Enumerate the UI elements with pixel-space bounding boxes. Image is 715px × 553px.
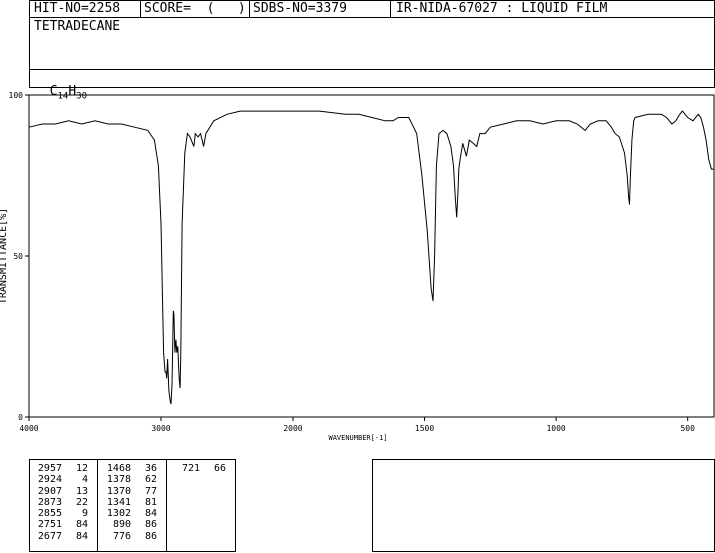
peak-transmittance: 62 (144, 474, 157, 486)
peak-row: 721 66 (170, 463, 226, 474)
peak-wavenumber: 2924 (37, 474, 62, 486)
peak-transmittance: 66 (213, 463, 226, 474)
x-axis-label: WAVENUMBER[-1] (328, 434, 387, 442)
peak-wavenumber: 776 (112, 530, 131, 542)
info-box (372, 459, 715, 552)
peak-transmittance: 22 (75, 496, 88, 508)
plot-frame (28, 94, 715, 418)
peak-transmittance: 86 (144, 530, 157, 542)
peak-wavenumber: 890 (112, 519, 131, 531)
peak-row: 2751 84 (32, 519, 88, 530)
peak-wavenumber: 2907 (37, 485, 62, 497)
peak-wavenumber: 2751 (37, 519, 62, 531)
peak-transmittance: 86 (144, 519, 157, 531)
peak-transmittance: 77 (144, 485, 157, 497)
ir-spectrum-chart: 0 50 100 4000 3000 2000 1500 1000 500 TRANSMITT… (0, 91, 715, 442)
y-tick-label: 0 (18, 413, 23, 422)
peak-row: 2957 12 (32, 463, 88, 474)
peak-wavenumber: 2873 (37, 496, 62, 508)
peak-wavenumber: 1468 (106, 463, 131, 474)
x-tick-label: 4000 (19, 424, 38, 433)
y-tick-label: 100 (9, 91, 24, 100)
y-tick-label: 50 (13, 252, 23, 261)
peak-row: 2855 9 (32, 508, 88, 519)
peak-column: 2957 12 2924 4 2907 13 2873 22 2855 9 2751 84 2677 84 (32, 463, 88, 542)
peak-transmittance: 13 (75, 485, 88, 497)
spectrum-series (28, 110, 714, 405)
peak-transmittance: 4 (81, 474, 88, 486)
y-axis: 0 50 100 (9, 91, 29, 422)
peak-column: 1468 36 1378 62 1370 77 1341 81 1302 84 890 86 776 86 (101, 463, 157, 542)
peak-table-divider (97, 459, 98, 552)
peak-row: 1370 77 (101, 486, 157, 497)
peak-row: 890 86 (101, 519, 157, 530)
peak-wavenumber: 721 (181, 463, 200, 474)
x-tick-label: 1000 (546, 424, 565, 433)
peak-row: 2677 84 (32, 531, 88, 542)
peak-row: 2924 4 (32, 474, 88, 485)
peak-table-divider (166, 459, 167, 552)
x-tick-label: 2000 (283, 424, 302, 433)
x-tick-label: 3000 (151, 424, 170, 433)
peak-row: 1302 84 (101, 508, 157, 519)
x-axis: 4000 3000 2000 1500 1000 500 (19, 417, 695, 433)
peak-wavenumber: 2957 (37, 463, 62, 474)
y-axis-label: TRANSMITTANCE[%] (0, 208, 9, 304)
peak-row: 776 86 (101, 531, 157, 542)
peak-row: 1378 62 (101, 474, 157, 485)
peak-row: 2907 13 (32, 486, 88, 497)
peak-wavenumber: 1370 (106, 485, 131, 497)
peak-transmittance: 36 (144, 463, 157, 474)
peak-wavenumber: 1378 (106, 474, 131, 486)
peak-transmittance: 9 (81, 508, 88, 520)
spectrum-line (28, 110, 714, 405)
peak-wavenumber: 1302 (106, 508, 131, 520)
peak-transmittance: 84 (144, 508, 157, 520)
peak-row: 1468 36 (101, 463, 157, 474)
peak-transmittance: 84 (75, 530, 88, 542)
peak-wavenumber: 2855 (37, 508, 62, 520)
peak-transmittance: 84 (75, 519, 88, 531)
peak-wavenumber: 2677 (37, 530, 62, 542)
x-tick-label: 500 (680, 424, 695, 433)
peak-transmittance: 81 (144, 496, 157, 508)
x-tick-label: 1500 (415, 424, 434, 433)
peak-row: 1341 81 (101, 497, 157, 508)
peak-column: 721 66 (170, 463, 226, 474)
peak-transmittance: 12 (75, 463, 88, 474)
peak-row: 2873 22 (32, 497, 88, 508)
peak-wavenumber: 1341 (106, 496, 131, 508)
